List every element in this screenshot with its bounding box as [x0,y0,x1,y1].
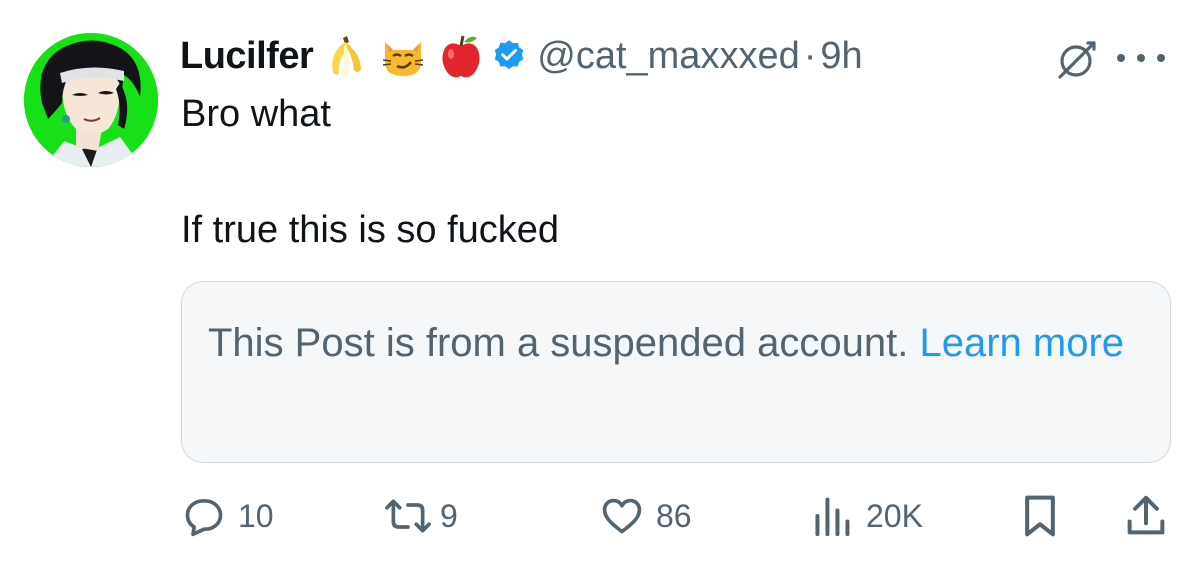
repost-button[interactable]: 9 [384,490,458,542]
verified-badge-icon[interactable] [491,38,527,74]
bookmark-icon [1025,495,1055,537]
post-time[interactable]: 9h [820,35,862,78]
separator-dot: · [803,34,817,77]
smirking-cat-icon [377,30,429,82]
views-count: 20K [866,497,923,534]
like-count: 86 [656,497,692,534]
tweet-text-line-1: Bro what [181,93,331,135]
avatar[interactable] [24,33,158,167]
suspended-quote-notice: This Post is from a suspended account. L… [181,281,1171,463]
like-icon [602,498,642,534]
author-handle[interactable]: @cat_maxxxed [537,35,799,78]
bookmark-button[interactable] [1022,490,1058,542]
banana-icon [319,30,371,82]
repost-icon [385,499,431,533]
learn-more-link[interactable]: Learn more [919,321,1124,365]
suspended-notice-text: This Post is from a suspended account. [208,321,909,365]
tweet[interactable]: Lucilfer @cat_maxxxed · 9h Bro what If t… [0,0,1200,570]
share-button[interactable] [1126,490,1166,542]
views-icon [815,497,850,537]
like-button[interactable]: 86 [600,490,692,542]
action-bar: 10 9 86 20K [0,490,1200,542]
tweet-text-line-2: If true this is so fucked [181,209,560,251]
reply-button[interactable]: 10 [182,490,274,542]
reply-icon [185,499,223,537]
reply-count: 10 [238,497,274,534]
views-button[interactable]: 20K [812,490,923,542]
grok-icon[interactable] [1054,37,1100,88]
red-apple-icon [435,30,487,82]
tweet-header: Lucilfer @cat_maxxxed · 9h [180,28,863,84]
author-name[interactable]: Lucilfer [180,35,314,78]
more-options-icon[interactable] [1113,50,1169,71]
share-icon [1127,495,1165,535]
repost-count: 9 [440,497,458,534]
